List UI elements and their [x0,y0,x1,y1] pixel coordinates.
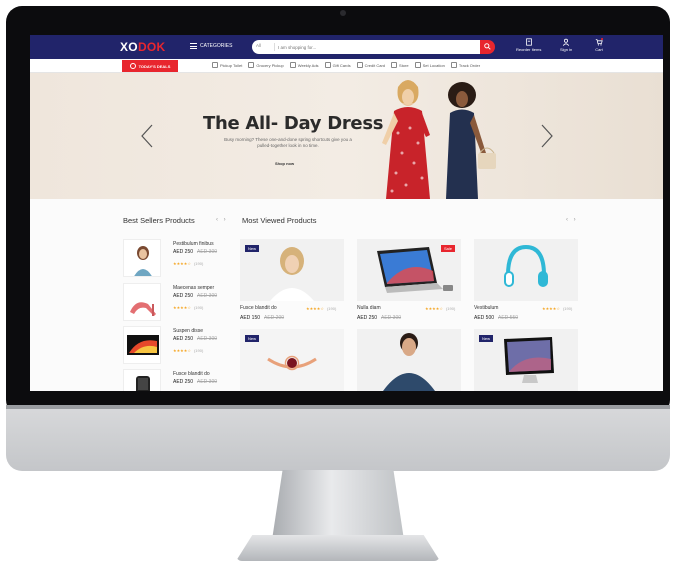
monitor-base [236,535,440,561]
product-card[interactable]: New [240,329,344,391]
product-card[interactable]: New [474,329,578,391]
product-card[interactable]: New [240,239,344,301]
truck-icon [450,62,457,68]
nav-grocery-pickup[interactable]: Grocery Pickup [248,62,284,68]
reorder-items-link[interactable]: Reorder Items [516,38,541,52]
top-header: XODOK CATEGORIES All Reorder Items [30,35,663,59]
cart-icon [595,38,603,46]
products-section: Best Sellers Products ‹ › Most Viewed Pr… [30,199,663,391]
product-card[interactable] [357,329,461,391]
new-badge: New [479,335,494,342]
chevron-right-icon[interactable] [540,123,554,149]
best-sellers-title: Best Sellers Products [123,216,195,225]
new-badge: New [245,245,260,252]
user-icon [562,38,570,46]
new-badge: New [245,335,260,342]
hero-subtitle: Busy morning? These one-and-done spring … [224,137,352,148]
gift-icon [324,62,331,68]
list-item[interactable]: Pestibulum finibus AED 250 AED 300 ★★★★☆(… [123,239,238,281]
screen: XODOK CATEGORIES All Reorder Items [30,35,663,391]
search-button[interactable] [480,40,495,54]
product-image [357,329,461,391]
product-image [474,239,578,301]
tag-icon [129,63,136,69]
nav-weekly-ads[interactable]: Weekly Ads [289,62,319,68]
location-icon [391,62,398,68]
rating-stars: ★★★★☆ (190) [306,306,337,311]
search-scope-select[interactable]: All [256,43,261,48]
hero-title: The All- Day Dress [203,113,384,134]
sign-in-link[interactable]: Sign in [560,38,572,52]
rating-stars: ★★★★☆ (190) [173,305,204,310]
list-item[interactable]: Suspen disse AED 250 AED 300 ★★★★☆ (190) [123,326,238,368]
search-bar: All [252,40,482,54]
rating-stars: ★★★★☆ (190) [173,261,204,266]
ads-icon [289,62,296,68]
card-icon [356,62,363,68]
nav-gift-cards[interactable]: Gift Cards [324,62,351,68]
logo[interactable]: XODOK [120,40,166,54]
monitor-stand [272,470,404,540]
nav-pickup-toilet[interactable]: Pickup Toilet [212,62,242,68]
basket-icon [248,62,255,68]
search-icon [484,43,491,50]
search-input[interactable] [278,41,478,53]
nav-set-location[interactable]: Set Location [414,62,445,68]
nav-links: Pickup Toilet Grocery Pickup Weekly Ads … [212,62,480,68]
cart-link[interactable]: Cart [595,38,603,52]
nav-credit-card[interactable]: Credit Card [356,62,385,68]
product-card[interactable] [474,239,578,301]
product-thumbnail [123,283,161,321]
list-item[interactable]: Fusce blandit do AED 250 AED 300 [123,369,238,391]
best-sellers-arrows[interactable]: ‹ › [216,217,228,223]
reorder-icon [525,38,532,46]
imac-mockup: XODOK CATEGORIES All Reorder Items [0,0,677,567]
list-item[interactable]: Maecenas semper AED 250 AED 300 ★★★★☆ (190… [123,283,238,325]
sale-badge: Sale [440,245,455,252]
rating-stars: ★★★★☆ (190) [173,348,204,353]
hero-models-image [382,80,496,199]
product-card[interactable]: Sale [357,239,461,301]
chevron-left-icon[interactable] [140,123,154,149]
store-icon [212,62,218,68]
nav-track-order[interactable]: Track Order [450,62,480,68]
rating-stars: ★★★★☆ (190) [425,306,456,311]
pin-icon [414,62,421,68]
todays-deals-button[interactable]: TODAY'S DEALS [122,60,178,72]
product-thumbnail [123,369,161,391]
rating-stars: ★★★★☆ (190) [542,306,573,311]
most-viewed-arrows[interactable]: ‹ › [566,217,578,223]
nav-store[interactable]: Store [391,62,409,68]
hero-banner[interactable]: The All- Day Dress Busy morning? These o… [30,73,663,199]
categories-button[interactable]: CATEGORIES [190,43,232,49]
menu-icon [190,43,197,49]
product-thumbnail [123,326,161,364]
shop-now-link[interactable]: Shop now [275,161,294,166]
secondary-nav: TODAY'S DEALS Pickup Toilet Grocery Pick… [30,59,663,73]
product-thumbnail [123,239,161,277]
most-viewed-title: Most Viewed Products [242,216,317,225]
